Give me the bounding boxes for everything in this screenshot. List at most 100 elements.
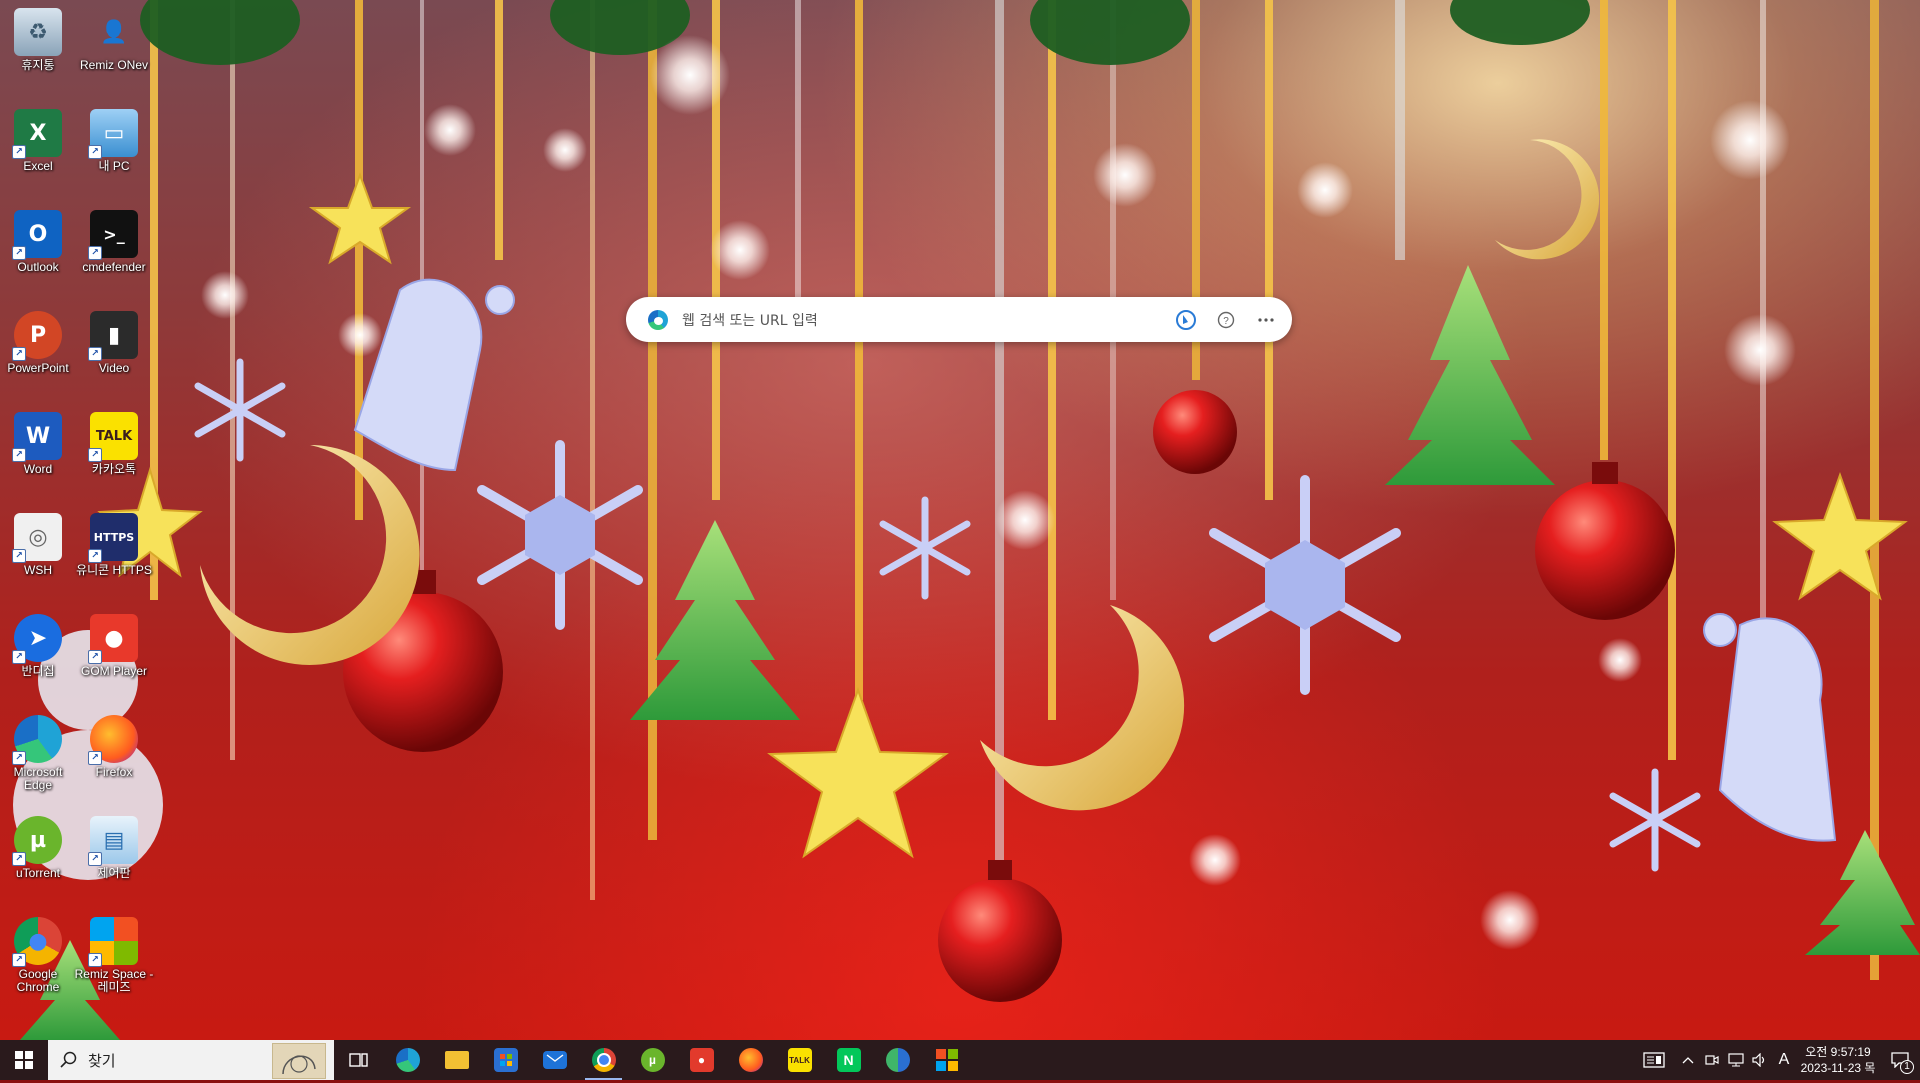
- more-icon: [1258, 317, 1274, 322]
- desktop-icon-user-folder[interactable]: 👤 Remiz ONev: [76, 8, 152, 72]
- help-button[interactable]: ?: [1212, 306, 1240, 334]
- desktop-icon-utorrent[interactable]: µ ↗ uTorrent: [0, 816, 76, 880]
- taskbar-firefox[interactable]: [726, 1040, 775, 1080]
- desktop-icon-label: Excel: [23, 159, 53, 173]
- meet-now-button[interactable]: [1700, 1040, 1724, 1080]
- wsh-icon: ◎ ↗: [12, 513, 62, 563]
- shortcut-arrow-icon: ↗: [88, 145, 102, 159]
- edge-dev-icon: [885, 1048, 910, 1072]
- desktop-icon-https[interactable]: HTTPS ↗ 유니콘 HTTPS: [76, 513, 152, 577]
- notification-count-badge: 1: [1900, 1060, 1914, 1074]
- desktop-icon-gom-player[interactable]: ● ↗ GOM Player: [76, 614, 152, 678]
- desktop-icon-label: Remiz Space - 레미즈: [74, 967, 154, 994]
- shortcut-arrow-icon: ↗: [88, 751, 102, 765]
- desktop-icon-excel[interactable]: X ↗ Excel: [0, 109, 76, 173]
- desktop-icon-bandizip[interactable]: ➤ ↗ 반디집: [0, 614, 76, 678]
- desktop-icon-outlook[interactable]: O ↗ Outlook: [0, 210, 76, 274]
- shortcut-arrow-icon: ↗: [12, 145, 26, 159]
- system-tray: A 오전 9:57:19 2023-11-23 목 1: [1632, 1040, 1920, 1080]
- naver-icon: N: [836, 1048, 861, 1072]
- desktop-icon-wsh[interactable]: ◎ ↗ WSH: [0, 513, 76, 577]
- store-icon: [493, 1048, 518, 1072]
- taskbar-file-explorer[interactable]: [432, 1040, 481, 1080]
- powerpoint-icon: P ↗: [12, 311, 62, 361]
- chrome-icon: ● ↗: [12, 917, 62, 967]
- bandizip-icon: ➤ ↗: [12, 614, 62, 664]
- search-input[interactable]: 웹 검색 또는 URL 입력: [682, 310, 1172, 330]
- desktop-icon-control-panel[interactable]: ▤ ↗ 제어판: [76, 816, 152, 880]
- shortcut-arrow-icon: ↗: [12, 347, 26, 361]
- shortcut-arrow-icon: ↗: [12, 549, 26, 563]
- clock-date: 2023-11-23 목: [1800, 1061, 1876, 1075]
- shortcut-arrow-icon: ↗: [12, 650, 26, 664]
- desktop-icon-label: Google Chrome: [16, 967, 60, 994]
- file-explorer-icon: [444, 1051, 469, 1069]
- task-view-button[interactable]: [334, 1040, 383, 1080]
- https-icon: HTTPS ↗: [88, 513, 138, 563]
- desktop-wallpaper: [0, 0, 1920, 1040]
- desktop-icon-chrome[interactable]: ● ↗ Google Chrome: [0, 917, 76, 994]
- more-options-button[interactable]: [1252, 306, 1280, 334]
- edge-search-widget[interactable]: 웹 검색 또는 URL 입력 ?: [626, 297, 1292, 342]
- desktop-icon-video[interactable]: ▮ ↗ Video: [76, 311, 152, 375]
- volume-button[interactable]: [1748, 1040, 1772, 1080]
- taskbar-naver[interactable]: N: [824, 1040, 873, 1080]
- desktop-icon-this-pc[interactable]: ▭ ↗ 내 PC: [76, 109, 152, 173]
- taskbar-chrome[interactable]: [579, 1040, 628, 1080]
- desktop-icon-label: Remiz ONev: [79, 58, 148, 72]
- bing-chat-button[interactable]: [1172, 306, 1200, 334]
- kakaotalk-icon: TALK ↗: [88, 412, 138, 462]
- start-button[interactable]: [0, 1040, 48, 1080]
- taskbar-edge[interactable]: [383, 1040, 432, 1080]
- recycle-bin-icon: ♻: [14, 8, 62, 56]
- desktop-icon-remiz-space[interactable]: ↗ Remiz Space - 레미즈: [74, 917, 154, 994]
- shortcut-arrow-icon: ↗: [88, 246, 102, 260]
- taskbar-mail[interactable]: [530, 1040, 579, 1080]
- desktop-icon-label: Firefox: [95, 765, 133, 779]
- this-pc-icon: ▭ ↗: [88, 109, 138, 159]
- action-center-button[interactable]: 1: [1880, 1040, 1920, 1080]
- clock[interactable]: 오전 9:57:19 2023-11-23 목: [1796, 1044, 1880, 1076]
- remiz-space-icon: [935, 1048, 959, 1072]
- show-hidden-icons-button[interactable]: [1676, 1040, 1700, 1080]
- desktop-icon-kakaotalk[interactable]: TALK ↗ 카카오톡: [76, 412, 152, 476]
- search-icon: [60, 1051, 77, 1068]
- utorrent-icon: µ: [640, 1048, 665, 1072]
- desktop-icon-powerpoint[interactable]: P ↗ PowerPoint: [0, 311, 76, 375]
- desktop-icon-word[interactable]: W ↗ Word: [0, 412, 76, 476]
- taskbar: 찾기 µ ● TALK N A 오전 9:57:19 2023-11-23 목 …: [0, 1040, 1920, 1080]
- taskbar-edge-dev[interactable]: [873, 1040, 922, 1080]
- shortcut-arrow-icon: ↗: [88, 448, 102, 462]
- word-icon: W ↗: [12, 412, 62, 462]
- shortcut-arrow-icon: ↗: [12, 448, 26, 462]
- taskbar-kakaotalk[interactable]: TALK: [775, 1040, 824, 1080]
- firefox-icon: [738, 1048, 763, 1072]
- firefox-icon: ↗: [88, 715, 138, 765]
- taskbar-remiz-space[interactable]: [922, 1040, 971, 1080]
- search-highlight-image[interactable]: [272, 1043, 326, 1079]
- network-button[interactable]: [1724, 1040, 1748, 1080]
- desktop-icon-cmd[interactable]: >_ ↗ cmdefender: [76, 210, 152, 274]
- edge-logo-icon: [648, 309, 668, 330]
- taskbar-utorrent[interactable]: µ: [628, 1040, 677, 1080]
- desktop-icon-recycle-bin[interactable]: ♻ 휴지통: [0, 8, 76, 72]
- chrome-icon: [591, 1048, 616, 1072]
- windows-logo-icon: [15, 1051, 33, 1069]
- taskbar-search-box[interactable]: 찾기: [48, 1040, 334, 1080]
- chevron-up-icon: [1682, 1057, 1694, 1064]
- network-icon: [1728, 1053, 1744, 1067]
- task-view-icon: [348, 1053, 368, 1067]
- cmd-icon: >_ ↗: [88, 210, 138, 260]
- shortcut-arrow-icon: ↗: [88, 852, 102, 866]
- desktop-icon-edge[interactable]: ↗ Microsoft Edge: [0, 715, 76, 792]
- desktop-icon-label: GOM Player: [80, 664, 147, 678]
- ime-indicator[interactable]: A: [1772, 1040, 1796, 1080]
- taskbar-store[interactable]: [481, 1040, 530, 1080]
- taskbar-gom-player[interactable]: ●: [677, 1040, 726, 1080]
- mail-icon: [542, 1051, 567, 1069]
- desktop-icon-label: 카카오톡: [91, 462, 137, 476]
- shortcut-arrow-icon: ↗: [12, 953, 26, 967]
- desktop-icon-firefox[interactable]: ↗ Firefox: [76, 715, 152, 779]
- news-widget-button[interactable]: [1632, 1040, 1676, 1080]
- shortcut-arrow-icon: ↗: [88, 347, 102, 361]
